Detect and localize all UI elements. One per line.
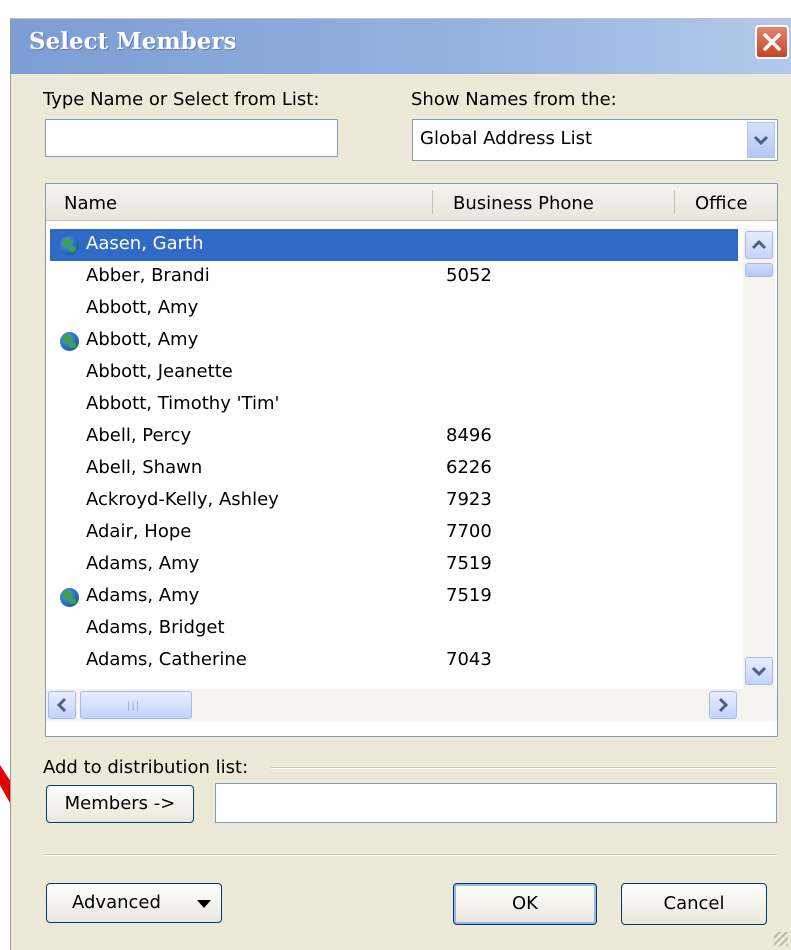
contact-name: Abbott, Amy [86, 297, 199, 318]
chevron-down-icon [753, 135, 769, 146]
list-item[interactable]: Abbott, Jeanette [50, 357, 738, 389]
horizontal-scroll-thumb[interactable]: ||| [80, 691, 192, 719]
list-item[interactable]: Abell, Percy 8496 [50, 421, 738, 453]
members-button-label: Members -> [64, 793, 176, 814]
globe-icon [60, 236, 79, 255]
address-book-value: Global Address List [420, 128, 593, 149]
contact-name: Abell, Shawn [86, 457, 203, 478]
contact-name: Adams, Bridget [86, 617, 225, 638]
globe-icon [60, 588, 79, 607]
vertical-scroll-thumb[interactable] [745, 263, 773, 277]
contact-phone: 7043 [446, 649, 492, 670]
contact-name: Adams, Amy [86, 553, 200, 574]
members-input[interactable] [215, 783, 777, 823]
address-book-label: Show Names from the: [411, 89, 617, 110]
contact-name: Aasen, Garth [86, 233, 204, 254]
group-divider [271, 767, 776, 769]
chevron-up-icon [751, 239, 767, 250]
ok-button[interactable]: OK [453, 883, 597, 925]
column-header-name[interactable]: Name [64, 193, 117, 214]
close-button[interactable] [755, 25, 789, 59]
chevron-right-icon [718, 697, 729, 713]
contact-phone: 8496 [446, 425, 492, 446]
list-item[interactable]: Abbott, Amy [50, 325, 738, 357]
contact-name: Abbott, Amy [86, 329, 199, 350]
scroll-up-button[interactable] [745, 231, 773, 259]
list-item[interactable]: Adair, Hope 7700 [50, 517, 738, 549]
scroll-left-button[interactable] [48, 691, 76, 719]
list-item[interactable]: Abbott, Amy [50, 293, 738, 325]
contact-phone: 7519 [446, 585, 492, 606]
contact-name: Abbott, Jeanette [86, 361, 233, 382]
caret-down-icon [197, 900, 211, 908]
vertical-scrollbar[interactable] [743, 229, 775, 689]
cancel-button-label: Cancel [663, 893, 725, 914]
list-item[interactable]: Aasen, Garth [50, 229, 738, 261]
contact-name: Ackroyd-Kelly, Ashley [86, 489, 279, 510]
search-label: Type Name or Select from List: [43, 89, 320, 110]
close-icon [763, 33, 781, 51]
scroll-right-button[interactable] [709, 691, 737, 719]
contact-phone: 5052 [446, 265, 492, 286]
advanced-button[interactable]: Advanced [46, 883, 222, 923]
address-book-select[interactable]: Global Address List [412, 119, 778, 161]
dropdown-button[interactable] [747, 122, 775, 158]
column-header-business-phone[interactable]: Business Phone [453, 193, 594, 214]
list-item[interactable]: Adams, Amy 7519 [50, 549, 738, 581]
globe-icon [60, 332, 79, 351]
list-header: Name Business Phone Office [46, 184, 777, 221]
contact-name: Abell, Percy [86, 425, 192, 446]
column-divider[interactable] [432, 190, 433, 214]
list-item[interactable]: Adams, Catherine 7043 [50, 645, 738, 677]
scroll-down-button[interactable] [745, 657, 773, 685]
contact-name: Adams, Catherine [86, 649, 247, 670]
list-item[interactable]: Abber, Brandi 5052 [50, 261, 738, 293]
title-bar[interactable]: Select Members [11, 19, 791, 74]
ok-button-label: OK [512, 893, 538, 914]
contact-phone: 7923 [446, 489, 492, 510]
chevron-down-icon [751, 666, 767, 677]
column-header-office[interactable]: Office [695, 193, 748, 214]
contact-phone: 7519 [446, 553, 492, 574]
list-item[interactable]: Adams, Amy 7519 [50, 581, 738, 613]
window-title: Select Members [29, 28, 237, 55]
grip-icon: ||| [127, 701, 141, 712]
members-button[interactable]: Members -> [46, 785, 194, 823]
list-item[interactable]: Abell, Shawn 6226 [50, 453, 738, 485]
column-divider[interactable] [674, 190, 675, 214]
horizontal-scrollbar[interactable]: ||| [46, 689, 777, 721]
resize-grip-icon[interactable] [774, 932, 788, 946]
contact-phone: 6226 [446, 457, 492, 478]
chevron-left-icon [56, 697, 67, 713]
members-list[interactable]: Name Business Phone Office Aasen, Garth … [45, 183, 778, 737]
list-item[interactable]: Adams, Bridget [50, 613, 738, 645]
contact-name: Abbott, Timothy 'Tim' [86, 393, 280, 414]
select-members-dialog: Select Members Type Name or Select from … [10, 18, 791, 950]
contact-phone: 7700 [446, 521, 492, 542]
advanced-button-label: Advanced [72, 892, 161, 913]
bottom-divider [45, 854, 777, 856]
list-item[interactable]: Abbott, Timothy 'Tim' [50, 389, 738, 421]
name-search-input[interactable] [45, 119, 338, 157]
contact-name: Adair, Hope [86, 521, 192, 542]
list-item[interactable]: Ackroyd-Kelly, Ashley 7923 [50, 485, 738, 517]
distribution-list-label: Add to distribution list: [43, 757, 249, 778]
cancel-button[interactable]: Cancel [621, 883, 767, 925]
contact-name: Abber, Brandi [86, 265, 210, 286]
contact-name: Adams, Amy [86, 585, 200, 606]
